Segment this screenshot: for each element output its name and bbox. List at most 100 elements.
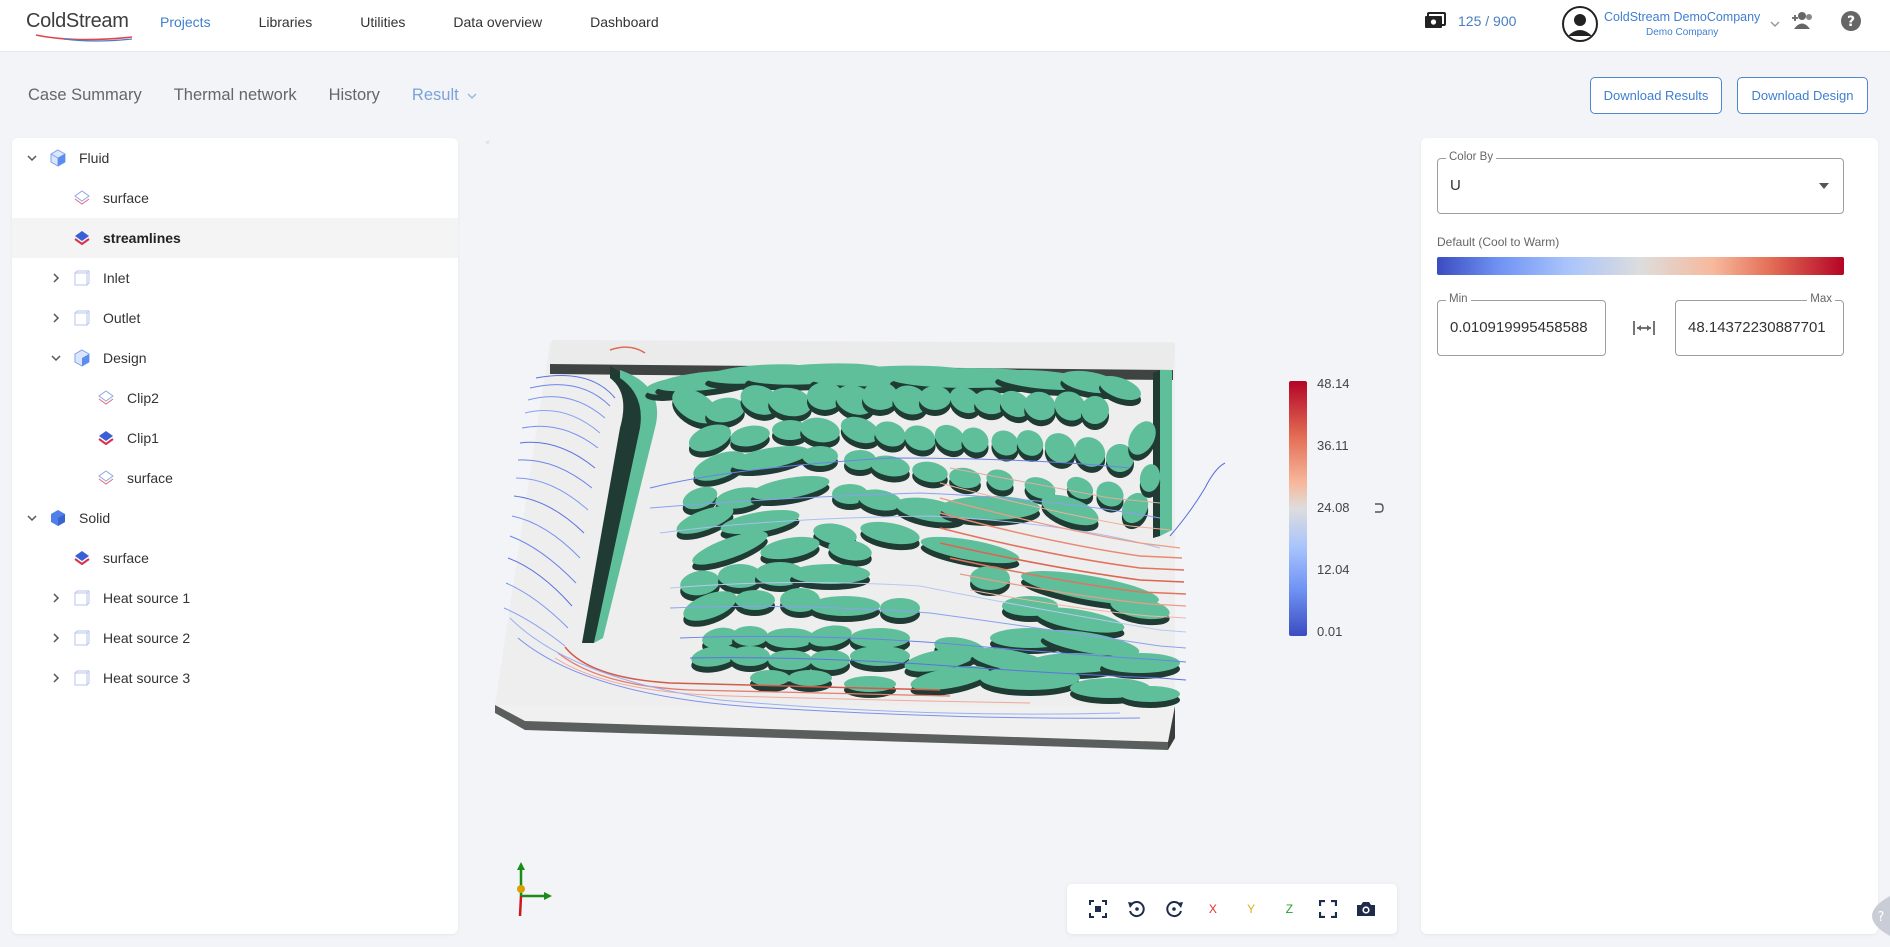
colormap-preview-bar[interactable] (1437, 257, 1844, 275)
rotate-left-button[interactable] (1123, 896, 1149, 922)
fullscreen-button[interactable] (1315, 896, 1341, 922)
tree-label: surface (127, 470, 173, 486)
view-z-button[interactable]: Z (1276, 896, 1302, 922)
legend-tick: 24.08 (1317, 500, 1350, 515)
fit-view-button[interactable] (1085, 896, 1111, 922)
chevron-down-icon[interactable] (25, 511, 39, 525)
brand-logo[interactable]: ColdStream (26, 10, 133, 42)
tree-label: Solid (79, 510, 111, 526)
layers-outline-icon (98, 390, 114, 405)
tree-item-fluid[interactable]: Fluid (12, 138, 458, 178)
legend-toggle-icon[interactable] (1373, 502, 1385, 514)
view-x-button[interactable]: X (1200, 896, 1226, 922)
tree-item-solid-surface[interactable]: surface (12, 538, 458, 578)
fit-range-icon[interactable] (1632, 318, 1656, 338)
tab-result[interactable]: Result (412, 86, 477, 105)
chevron-down-icon[interactable] (25, 151, 39, 165)
fullscreen-icon (1318, 900, 1337, 918)
nav-dashboard[interactable]: Dashboard (590, 14, 659, 30)
max-label: Max (1807, 293, 1835, 305)
max-field[interactable]: Max 48.14372230887701 (1675, 293, 1844, 356)
fin-top (790, 564, 870, 584)
layers-filled-icon (74, 231, 90, 246)
tab-thermal-network[interactable]: Thermal network (174, 86, 297, 105)
legend-tick-min: 0.01 (1317, 624, 1343, 639)
color-by-select[interactable]: Color By U (1437, 151, 1844, 214)
download-results-button[interactable]: Download Results (1590, 77, 1722, 114)
fin-top (765, 628, 815, 648)
add-user-icon[interactable] (1790, 10, 1816, 32)
color-legend-bar (1289, 381, 1307, 636)
tree-item-clip2[interactable]: Clip2 (12, 378, 458, 418)
nav-projects[interactable]: Projects (160, 14, 211, 30)
colormap-name: Default (Cool to Warm) (1437, 235, 1560, 249)
layers-filled-icon (98, 431, 114, 446)
chevron-right-icon[interactable] (49, 591, 63, 605)
view-y-button[interactable]: Y (1238, 896, 1264, 922)
fin-top (810, 596, 880, 616)
tree-label: Design (103, 350, 147, 366)
viewport-corner-marker (485, 140, 490, 145)
scene-tree: Fluid surface streamlines Inlet Outlet D… (12, 138, 458, 934)
screenshot-button[interactable] (1353, 896, 1379, 922)
user-menu[interactable]: ColdStream DemoCompany Demo Company (1562, 4, 1780, 44)
tree-label: Heat source 2 (103, 630, 191, 646)
tree-item-design[interactable]: Design (12, 338, 458, 378)
cube-half-icon (74, 349, 90, 367)
axes-orientation-icon (517, 862, 552, 917)
user-company: Demo Company (1646, 27, 1719, 38)
credits-indicator: 125 / 900 (1424, 12, 1516, 30)
chevron-right-icon[interactable] (49, 311, 63, 325)
tree-item-inlet[interactable]: Inlet (12, 258, 458, 298)
rotate-cw-icon (1165, 901, 1183, 918)
credits-icon (1425, 12, 1446, 28)
min-field[interactable]: Min 0.010919995458588 (1437, 293, 1606, 356)
nav-utilities[interactable]: Utilities (360, 14, 405, 30)
3d-viewport[interactable] (470, 138, 1405, 934)
tree-label: Fluid (79, 150, 110, 166)
fin-top (880, 598, 920, 618)
color-by-label: Color By (1446, 151, 1497, 163)
viewer-toolbar: X Y Z (1067, 884, 1397, 934)
chevron-right-icon[interactable] (49, 631, 63, 645)
download-design-button[interactable]: Download Design (1737, 77, 1868, 114)
chevron-right-icon[interactable] (49, 271, 63, 285)
help-tab-icon[interactable]: ? (1872, 896, 1890, 936)
tree-item-heat-source-1[interactable]: Heat source 1 (12, 578, 458, 618)
fin-top (1100, 653, 1180, 673)
tree-item-heat-source-2[interactable]: Heat source 2 (12, 618, 458, 658)
tree-item-heat-source-3[interactable]: Heat source 3 (12, 658, 458, 698)
tree-label: Heat source 3 (103, 670, 191, 686)
tree-item-clip1[interactable]: Clip1 (12, 418, 458, 458)
tree-item-streamlines[interactable]: streamlines (12, 218, 458, 258)
tab-history[interactable]: History (329, 86, 380, 105)
nav-data-overview[interactable]: Data overview (453, 14, 542, 30)
cube-outline-icon (50, 149, 66, 167)
svg-text:?: ? (1878, 910, 1885, 925)
tree-item-design-surface[interactable]: surface (12, 458, 458, 498)
result-tabs: Case Summary Thermal network History Res… (28, 86, 509, 105)
cube-outline-icon (74, 270, 90, 286)
help-icon[interactable]: ? (1840, 10, 1862, 32)
tree-item-outlet[interactable]: Outlet (12, 298, 458, 338)
min-value: 0.010919995458588 (1450, 319, 1588, 336)
legend-tick: 12.04 (1317, 562, 1350, 577)
tree-item-fluid-surface[interactable]: surface (12, 178, 458, 218)
cube-outline-icon (74, 310, 90, 326)
fin-top (730, 646, 770, 666)
cube-outline-icon (74, 670, 90, 686)
fluid-right-wall (1160, 370, 1172, 536)
tree-item-solid[interactable]: Solid (12, 498, 458, 538)
top-bar: ColdStream Projects Libraries Utilities … (0, 0, 1890, 52)
fin-top (919, 386, 951, 410)
legend-tick-max: 48.14 (1317, 376, 1350, 391)
tab-case-summary[interactable]: Case Summary (28, 86, 142, 105)
chevron-down-icon[interactable] (49, 351, 63, 365)
logo-swoosh-icon (35, 34, 133, 42)
caret-down-icon (1819, 183, 1829, 189)
chevron-right-icon[interactable] (49, 671, 63, 685)
nav-libraries[interactable]: Libraries (259, 14, 313, 30)
fin-top (1120, 686, 1180, 702)
tree-label: streamlines (103, 230, 181, 246)
rotate-right-button[interactable] (1162, 896, 1188, 922)
